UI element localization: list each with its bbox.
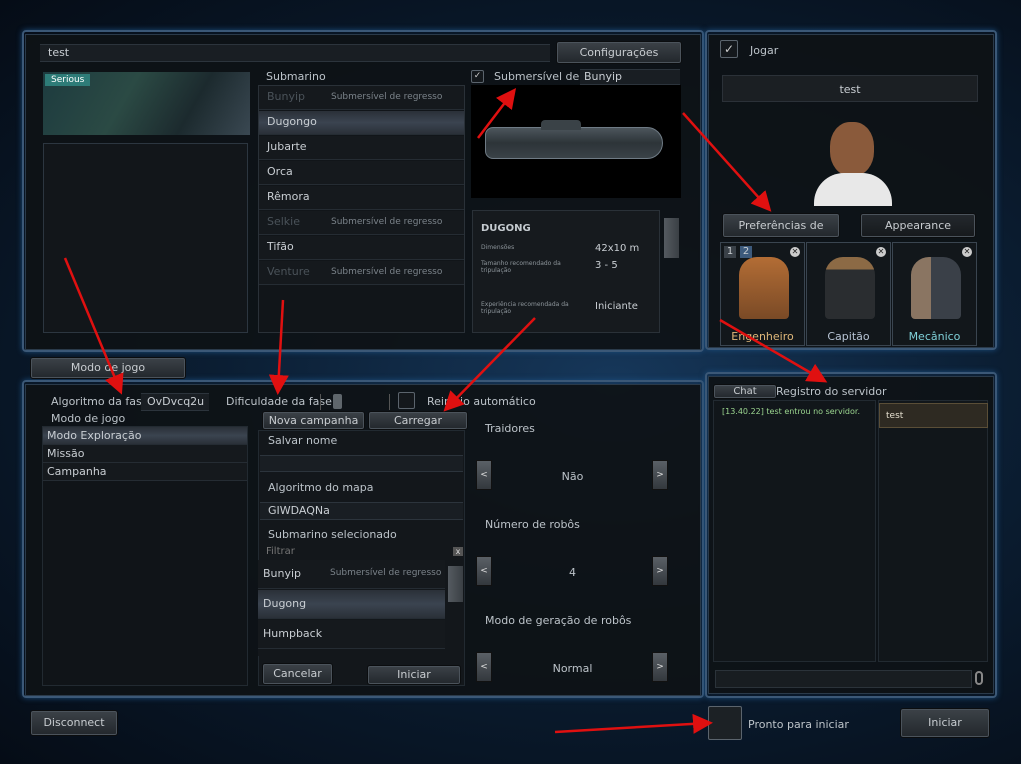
annotation-arrow (682, 112, 772, 212)
annotation-arrows (63, 88, 828, 734)
annotation-arrow (719, 318, 828, 383)
annotation-arrow (268, 299, 289, 395)
annotation-arrow (63, 257, 124, 395)
annotation-arrow (554, 713, 713, 734)
annotation-arrow (443, 317, 536, 412)
annotation-arrow (477, 88, 517, 139)
